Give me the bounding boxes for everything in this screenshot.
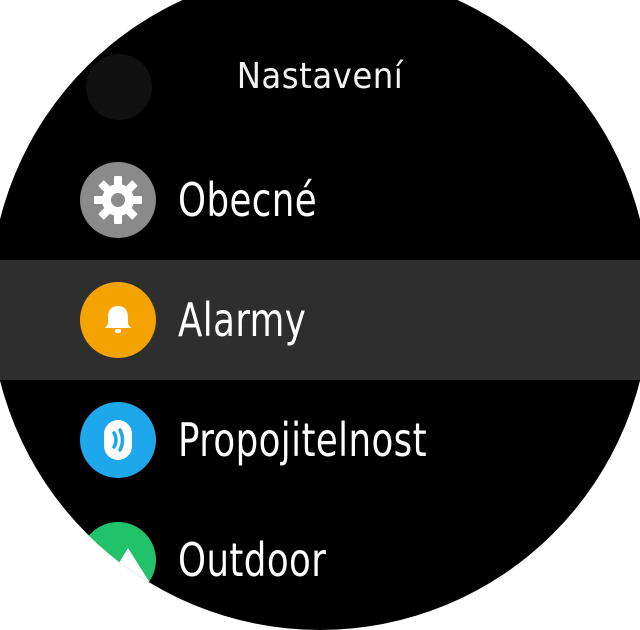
menu-item-alarmy[interactable]: Alarmy	[0, 260, 640, 380]
gear-icon	[80, 162, 156, 238]
menu-item-outdoor[interactable]: Outdoor	[0, 500, 640, 620]
menu-item-label: Outdoor	[178, 533, 327, 587]
connectivity-icon	[80, 402, 156, 478]
menu-item-propojitelnost[interactable]: Propojitelnost	[0, 380, 640, 500]
page-title: Nastavení	[236, 56, 404, 97]
mountain-icon	[80, 522, 156, 598]
watch-face: Nastavení Obecné Alarmy Propojitelnost O…	[0, 0, 640, 630]
bell-icon	[80, 282, 156, 358]
menu-item-label: Propojitelnost	[178, 413, 428, 467]
menu-item-obecne[interactable]: Obecné	[0, 140, 640, 260]
menu-item-label: Obecné	[178, 173, 318, 227]
settings-screen: Nastavení Obecné Alarmy Propojitelnost O…	[0, 0, 640, 600]
menu-item-label: Alarmy	[178, 293, 307, 347]
settings-menu: Obecné Alarmy Propojitelnost Outdoor	[0, 140, 640, 620]
